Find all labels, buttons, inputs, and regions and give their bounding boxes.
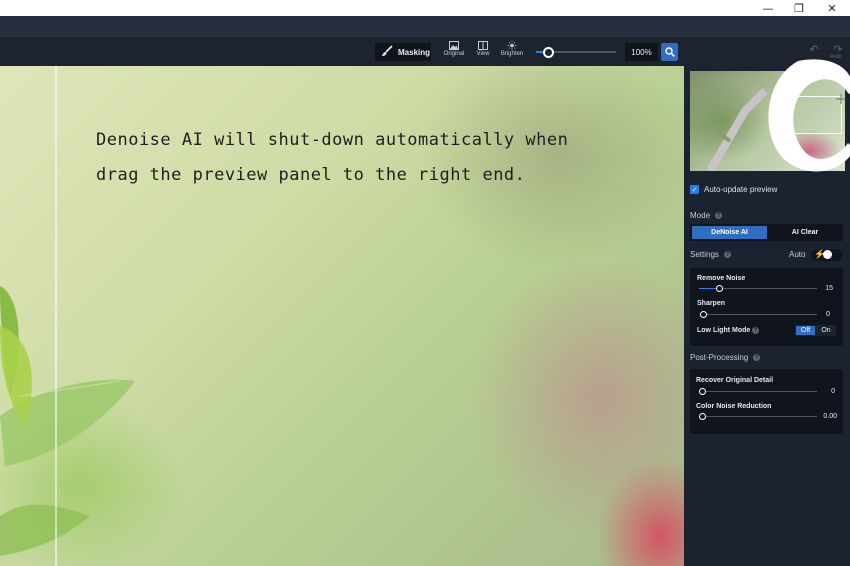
sharpen-label: Sharpen: [697, 300, 726, 307]
brighten-button[interactable]: Brighten: [497, 41, 527, 63]
recover-detail-label: Recover Original Detail: [696, 377, 774, 384]
brush-icon: [381, 45, 393, 59]
auto-toggle-knob[interactable]: [823, 250, 832, 259]
mode-section-label: Mode ?: [690, 211, 723, 220]
split-view-icon: [478, 41, 488, 50]
sharpen-value[interactable]: 0: [806, 311, 830, 318]
help-icon[interactable]: ?: [753, 354, 761, 361]
checkbox-checked-icon[interactable]: ✓: [690, 185, 699, 194]
remove-noise-label: Remove Noise: [697, 275, 746, 282]
window-title-bar: — ❐ ✕: [0, 0, 850, 16]
masking-button[interactable]: Masking: [375, 43, 431, 61]
mode-ai-clear[interactable]: AI Clear: [769, 226, 841, 239]
masking-label: Masking: [398, 47, 431, 57]
recover-detail-handle[interactable]: [699, 388, 706, 395]
settings-section-label: Settings ?: [690, 250, 731, 259]
auto-update-label: Auto-update preview: [704, 185, 778, 194]
original-button[interactable]: Original: [439, 41, 469, 63]
help-icon[interactable]: ?: [715, 212, 723, 219]
color-noise-slider[interactable]: [699, 416, 817, 417]
leaf-image: [0, 286, 135, 556]
image-icon: [449, 41, 459, 50]
zoom-button[interactable]: [661, 43, 678, 61]
mode-selector: DeNoise AI AI Clear: [690, 224, 843, 241]
original-label: Original: [443, 51, 465, 57]
low-light-on[interactable]: On: [816, 326, 836, 335]
zoom-slider-handle[interactable]: [543, 47, 554, 58]
remove-noise-handle[interactable]: [716, 285, 723, 292]
mode-denoise-ai[interactable]: DeNoise AI: [692, 226, 767, 239]
help-icon[interactable]: ?: [752, 327, 760, 334]
image-canvas[interactable]: Denoise AI will shut-down automatically …: [0, 66, 684, 566]
sun-icon: [507, 41, 517, 50]
settings-label: Settings: [690, 250, 719, 259]
help-icon[interactable]: ?: [723, 251, 731, 258]
view-button[interactable]: View: [468, 41, 498, 63]
post-processing-label: Post-Processing: [690, 353, 749, 362]
brighten-label: Brighten: [500, 51, 524, 57]
auto-label: Auto: [789, 250, 806, 259]
minimize-button[interactable]: —: [751, 0, 785, 16]
close-button[interactable]: ✕: [815, 0, 849, 16]
recover-detail-value[interactable]: 0: [811, 388, 835, 395]
brush-stroke-mark: [768, 59, 850, 172]
preview-divider-handle[interactable]: [55, 66, 57, 566]
zoom-level[interactable]: 100%: [625, 43, 658, 61]
color-noise-value[interactable]: 0.00: [813, 413, 837, 420]
low-light-mode-row: Low Light Mode ?: [697, 327, 760, 334]
low-light-label: Low Light Mode: [697, 327, 751, 334]
magnifier-icon: [664, 47, 675, 57]
color-noise-handle[interactable]: [699, 413, 706, 420]
color-noise-label: Color Noise Reduction: [696, 403, 772, 410]
restore-button[interactable]: ❐: [782, 0, 816, 16]
view-label: View: [476, 51, 490, 57]
menu-bar: [0, 16, 850, 37]
recover-detail-slider[interactable]: [699, 391, 817, 392]
undo-icon[interactable]: ↶: [805, 43, 823, 57]
sharpen-slider[interactable]: [699, 314, 817, 315]
annotation-line-2: drag the preview panel to the right end.: [96, 165, 526, 185]
remove-noise-value[interactable]: 15: [809, 285, 833, 292]
sharpen-handle[interactable]: [700, 311, 707, 318]
auto-update-preview[interactable]: ✓ Auto-update preview: [690, 185, 777, 194]
annotation-line-1: Denoise AI will shut-down automatically …: [96, 130, 569, 150]
post-processing-section-label: Post-Processing ?: [690, 353, 761, 362]
low-light-off[interactable]: Off: [796, 326, 815, 335]
mode-label: Mode: [690, 211, 711, 220]
